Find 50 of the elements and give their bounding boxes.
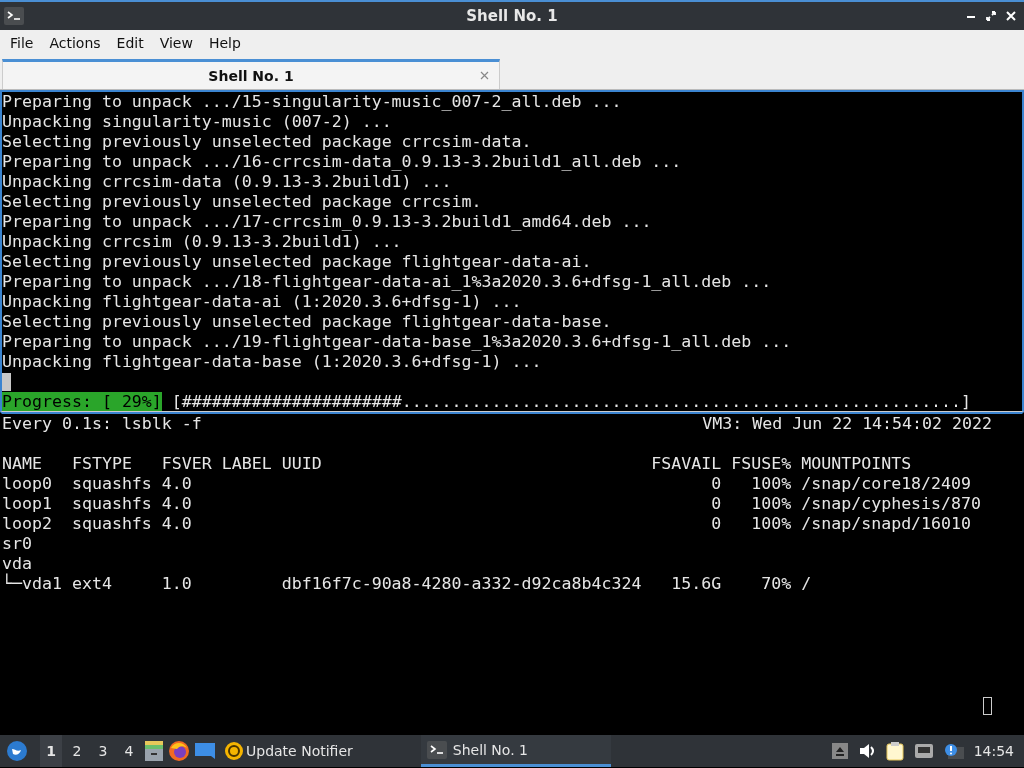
workspace-button[interactable]: 4 xyxy=(118,735,140,767)
window-icon[interactable] xyxy=(194,741,216,761)
terminal-line: NAME FSTYPE FSVER LABEL UUID FSAVAIL FSUSE% MOUNTPOINTS xyxy=(2,454,912,473)
terminal-line: Unpacking flightgear-data-base (1:2020.3.6+dfsg-1) ... xyxy=(2,352,542,371)
terminal-line: loop2 squashfs 4.0 0 100% /snap/snapd/16010 xyxy=(2,514,972,533)
terminal-line: Unpacking crrcsim-data (0.9.13-3.2build1) ... xyxy=(2,172,452,191)
terminal-line: Preparing to unpack .../15-singularity-music_007-2_all.deb ... xyxy=(2,92,622,111)
clipboard-icon[interactable] xyxy=(885,741,904,761)
clock: 14:54 xyxy=(973,743,1014,759)
menu-item[interactable]: File xyxy=(2,35,42,51)
terminal-line: Preparing to unpack .../16-crrcsim-data_0.9.13-3.2build1_all.deb ... xyxy=(2,152,682,171)
speaker-icon[interactable] xyxy=(857,743,876,759)
terminal-line: Selecting previously unselected package flightgear-data-base. xyxy=(2,312,612,331)
workspace-button[interactable]: 2 xyxy=(66,735,88,767)
terminal-icon xyxy=(426,740,447,759)
menu-item[interactable]: Actions xyxy=(41,35,109,51)
terminal-line: Unpacking crrcsim (0.9.13-3.2build1) ... xyxy=(2,232,402,251)
progress-text: [######################........................................................] xyxy=(171,392,972,411)
notification-icon[interactable] xyxy=(943,743,964,759)
terminal-line: Preparing to unpack .../19-flightgear-data-base_1%3a2020.3.6+dfsg-1_all.deb ... xyxy=(2,332,792,351)
menu-item[interactable]: View xyxy=(151,35,201,51)
terminal-line: Selecting previously unselected package flightgear-data-ai. xyxy=(2,252,592,271)
terminal-icon xyxy=(4,7,24,25)
terminal-line: loop1 squashfs 4.0 0 100% /snap/cyphesis/870 xyxy=(2,494,982,513)
watch-command: Every 0.1s: lsblk -f xyxy=(2,414,202,434)
terminal-line: loop0 squashfs 4.0 0 100% /snap/core18/2409 xyxy=(2,474,972,493)
window-title: Shell No. 1 xyxy=(466,7,558,25)
eject-icon[interactable] xyxy=(831,743,848,759)
menu-item[interactable]: Edit xyxy=(108,35,152,51)
browser-icon[interactable] xyxy=(168,740,190,762)
tab[interactable]: Shell No. 1 xyxy=(2,59,500,89)
terminal-line: Preparing to unpack .../17-crrcsim_0.9.13-3.2build1_amd64.deb ... xyxy=(2,212,652,231)
workspace-button[interactable]: 1 xyxy=(40,735,62,767)
terminal-line: Unpacking flightgear-data-ai (1:2020.3.6+dfsg-1) ... xyxy=(2,292,522,311)
terminal-line: └─vda1 ext4 1.0 dbf16f7c-90a8-4280-a332-d92ca8b4c324 15.6G 70% / xyxy=(2,574,812,593)
start-menu-icon[interactable] xyxy=(6,740,28,762)
terminal-line: Preparing to unpack .../18-flightgear-data-ai_1%3a2020.3.6+dfsg-1_all.deb ... xyxy=(2,272,772,291)
progress-label: Progress: [ 29%] xyxy=(2,392,162,411)
terminal-line: Selecting previously unselected package crrcsim. xyxy=(2,192,482,211)
terminal-line: Unpacking singularity-music (007-2) ... xyxy=(2,112,392,131)
task-button[interactable]: Shell No. 1 xyxy=(420,735,611,767)
terminal-line: Selecting previously unselected package crrcsim-data. xyxy=(2,132,532,151)
maximize-icon[interactable] xyxy=(986,11,996,21)
menu-item[interactable]: Help xyxy=(200,35,249,51)
file-cabinet-icon[interactable] xyxy=(144,740,164,762)
update-notifier-button[interactable]: Update Notifier xyxy=(220,735,357,767)
terminal-line: sr0 xyxy=(2,534,32,553)
workspace-button[interactable]: 3 xyxy=(92,735,114,767)
host-time: VM3: Wed Jun 22 14:54:02 2022 xyxy=(702,414,992,434)
terminal-line: vda xyxy=(2,554,32,573)
